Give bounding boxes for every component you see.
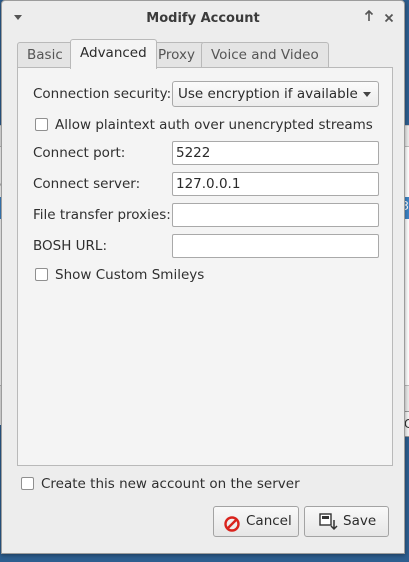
title-bar: Modify Account: [2, 1, 404, 37]
cancel-label: Cancel: [246, 513, 292, 529]
connect-server-input[interactable]: [172, 172, 379, 196]
connection-security-value: Use encryption if available: [178, 86, 358, 102]
chevron-down-icon[interactable]: [14, 15, 22, 20]
advanced-panel: Connection security: Use encryption if a…: [17, 67, 393, 466]
save-button[interactable]: Save: [304, 506, 389, 537]
arrow-up-icon[interactable]: [364, 9, 374, 29]
cancel-icon: [224, 514, 240, 543]
tab-advanced[interactable]: Advanced: [70, 39, 157, 69]
connect-server-label: Connect server:: [33, 176, 141, 192]
show-custom-smileys-label: Show Custom Smileys: [55, 267, 205, 283]
modify-account-dialog: Modify Account Basic Advanced Proxy Voic…: [1, 0, 405, 554]
cancel-button[interactable]: Cancel: [213, 506, 299, 537]
allow-plaintext-row[interactable]: Allow plaintext auth over unencrypted st…: [35, 117, 373, 135]
connection-security-label: Connection security:: [33, 86, 172, 102]
show-custom-smileys-checkbox[interactable]: [35, 267, 48, 281]
file-transfer-proxies-input[interactable]: [172, 203, 379, 227]
file-transfer-proxies-label: File transfer proxies:: [33, 207, 171, 223]
show-custom-smileys-row[interactable]: Show Custom Smileys: [35, 267, 204, 285]
bosh-url-input[interactable]: [172, 234, 379, 258]
tab-basic[interactable]: Basic: [17, 42, 73, 68]
tab-voice-and-video[interactable]: Voice and Video: [201, 42, 329, 68]
connect-port-label: Connect port:: [33, 145, 126, 161]
save-label: Save: [343, 513, 377, 529]
chevron-down-icon: [363, 92, 371, 97]
create-account-row[interactable]: Create this new account on the server: [21, 476, 300, 492]
connection-security-select[interactable]: Use encryption if available: [172, 81, 379, 107]
create-account-checkbox[interactable]: [21, 476, 34, 490]
allow-plaintext-label: Allow plaintext auth over unencrypted st…: [55, 117, 373, 133]
dialog-title: Modify Account: [146, 11, 260, 26]
connect-port-input[interactable]: [172, 141, 379, 165]
create-account-label: Create this new account on the server: [41, 476, 300, 492]
save-icon: [319, 513, 339, 542]
bosh-url-label: BOSH URL:: [33, 238, 107, 254]
close-icon[interactable]: [384, 9, 394, 29]
allow-plaintext-checkbox[interactable]: [35, 117, 48, 131]
